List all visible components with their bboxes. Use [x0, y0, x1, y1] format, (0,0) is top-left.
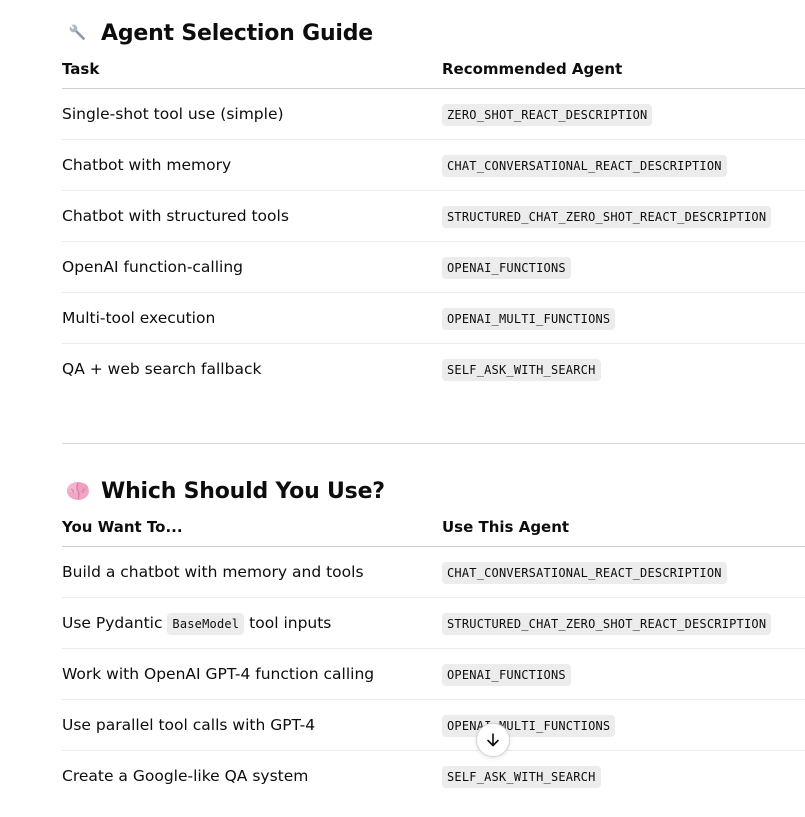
chat-response-page: Agent Selection Guide Task Recommended A… — [0, 0, 805, 817]
inline-code: BaseModel — [167, 613, 245, 635]
agent-code: OPENAI_MULTI_FUNCTIONS — [442, 308, 616, 330]
horizontal-divider — [62, 443, 805, 444]
want-cell: Work with OpenAI GPT-4 function calling — [62, 648, 442, 700]
task-cell: QA + web search fallback — [62, 360, 262, 378]
agent-code: SELF_ASK_WITH_SEARCH — [442, 359, 601, 381]
section-title: Which Should You Use? — [101, 478, 385, 504]
section-heading: Which Should You Use? — [62, 474, 805, 508]
table-row: Work with OpenAI GPT-4 function calling … — [62, 648, 805, 700]
column-header-task: Task — [62, 50, 442, 89]
table-row: Build a chatbot with memory and tools CH… — [62, 546, 805, 598]
task-cell: Multi-tool execution — [62, 292, 442, 344]
column-header-you-want-to: You Want To... — [62, 508, 442, 547]
want-cell: Use Pydantic BaseModel tool inputs — [62, 597, 442, 649]
which-agent-table: You Want To... Use This Agent Build a ch… — [62, 508, 805, 801]
agent-code: OPENAI_MULTI_FUNCTIONS — [442, 715, 616, 737]
want-suffix: tool inputs — [244, 614, 332, 632]
brain-icon — [65, 478, 91, 504]
table-row: QA + web search fallback SELF_ASK_WITH_S… — [62, 344, 805, 395]
table-header-row: You Want To... Use This Agent — [62, 508, 805, 547]
agent-code: ZERO_SHOT_REACT_DESCRIPTION — [442, 104, 653, 126]
column-header-recommended-agent: Recommended Agent — [442, 50, 805, 89]
scroll-to-bottom-button[interactable] — [476, 723, 510, 757]
wrench-icon — [65, 20, 91, 46]
arrow-down-icon — [487, 733, 499, 747]
task-cell: Single-shot tool use (simple) — [62, 88, 442, 140]
agent-code: SELF_ASK_WITH_SEARCH — [442, 766, 601, 788]
table-row: Use parallel tool calls with GPT-4 OPENA… — [62, 699, 805, 751]
agent-code: OPENAI_FUNCTIONS — [442, 664, 571, 686]
which-should-you-use-section: Which Should You Use? You Want To... Use… — [62, 474, 805, 801]
table-row: Chatbot with memory CHAT_CONVERSATIONAL_… — [62, 139, 805, 191]
table-row: OpenAI function-calling OPENAI_FUNCTIONS — [62, 241, 805, 293]
table-row: Use Pydantic BaseModel tool inputs STRUC… — [62, 597, 805, 649]
column-header-use-this-agent: Use This Agent — [442, 508, 805, 547]
task-cell: OpenAI function-calling — [62, 241, 442, 293]
agent-code: CHAT_CONVERSATIONAL_REACT_DESCRIPTION — [442, 155, 727, 177]
agent-code: STRUCTURED_CHAT_ZERO_SHOT_REACT_DESCRIPT… — [442, 206, 772, 228]
task-cell: Chatbot with structured tools — [62, 190, 442, 242]
want-prefix: Use Pydantic — [62, 614, 168, 632]
table-row: Chatbot with structured tools STRUCTURED… — [62, 190, 805, 242]
agent-code: CHAT_CONVERSATIONAL_REACT_DESCRIPTION — [442, 562, 727, 584]
agent-selection-guide-section: Agent Selection Guide Task Recommended A… — [62, 16, 805, 394]
task-cell: Chatbot with memory — [62, 139, 442, 191]
table-row: Create a Google-like QA system SELF_ASK_… — [62, 751, 805, 802]
table-row: Multi-tool execution OPENAI_MULTI_FUNCTI… — [62, 292, 805, 344]
want-cell: Build a chatbot with memory and tools — [62, 546, 442, 598]
section-heading: Agent Selection Guide — [62, 16, 805, 50]
table-header-row: Task Recommended Agent — [62, 50, 805, 89]
section-title: Agent Selection Guide — [101, 20, 374, 46]
agent-selection-table: Task Recommended Agent Single-shot tool … — [62, 50, 805, 394]
want-cell: Use parallel tool calls with GPT-4 — [62, 699, 442, 751]
agent-code: STRUCTURED_CHAT_ZERO_SHOT_REACT_DESCRIPT… — [442, 613, 772, 635]
want-cell: Create a Google-like QA system — [62, 767, 309, 785]
agent-code: OPENAI_FUNCTIONS — [442, 257, 571, 279]
table-row: Single-shot tool use (simple) ZERO_SHOT_… — [62, 88, 805, 140]
